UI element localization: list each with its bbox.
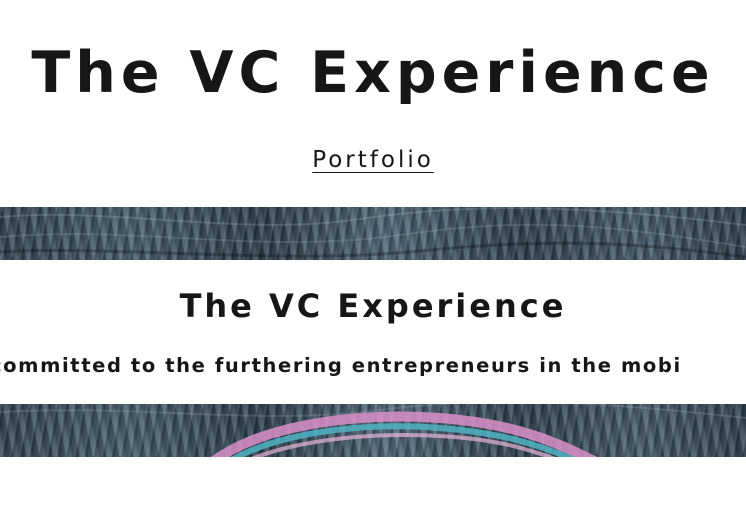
site-title: The VC Experience: [31, 40, 715, 106]
section-description: committed to the furthering entrepreneur…: [0, 351, 746, 381]
section-title: The VC Experience: [179, 287, 567, 325]
texture-pattern: [0, 207, 746, 259]
section-description-text: committed to the furthering entrepreneur…: [0, 354, 682, 377]
bottom-banner-image: [0, 404, 746, 457]
portfolio-link[interactable]: Portfolio: [0, 144, 746, 176]
top-banner-image: [0, 207, 746, 260]
arc-pattern: [0, 404, 746, 457]
